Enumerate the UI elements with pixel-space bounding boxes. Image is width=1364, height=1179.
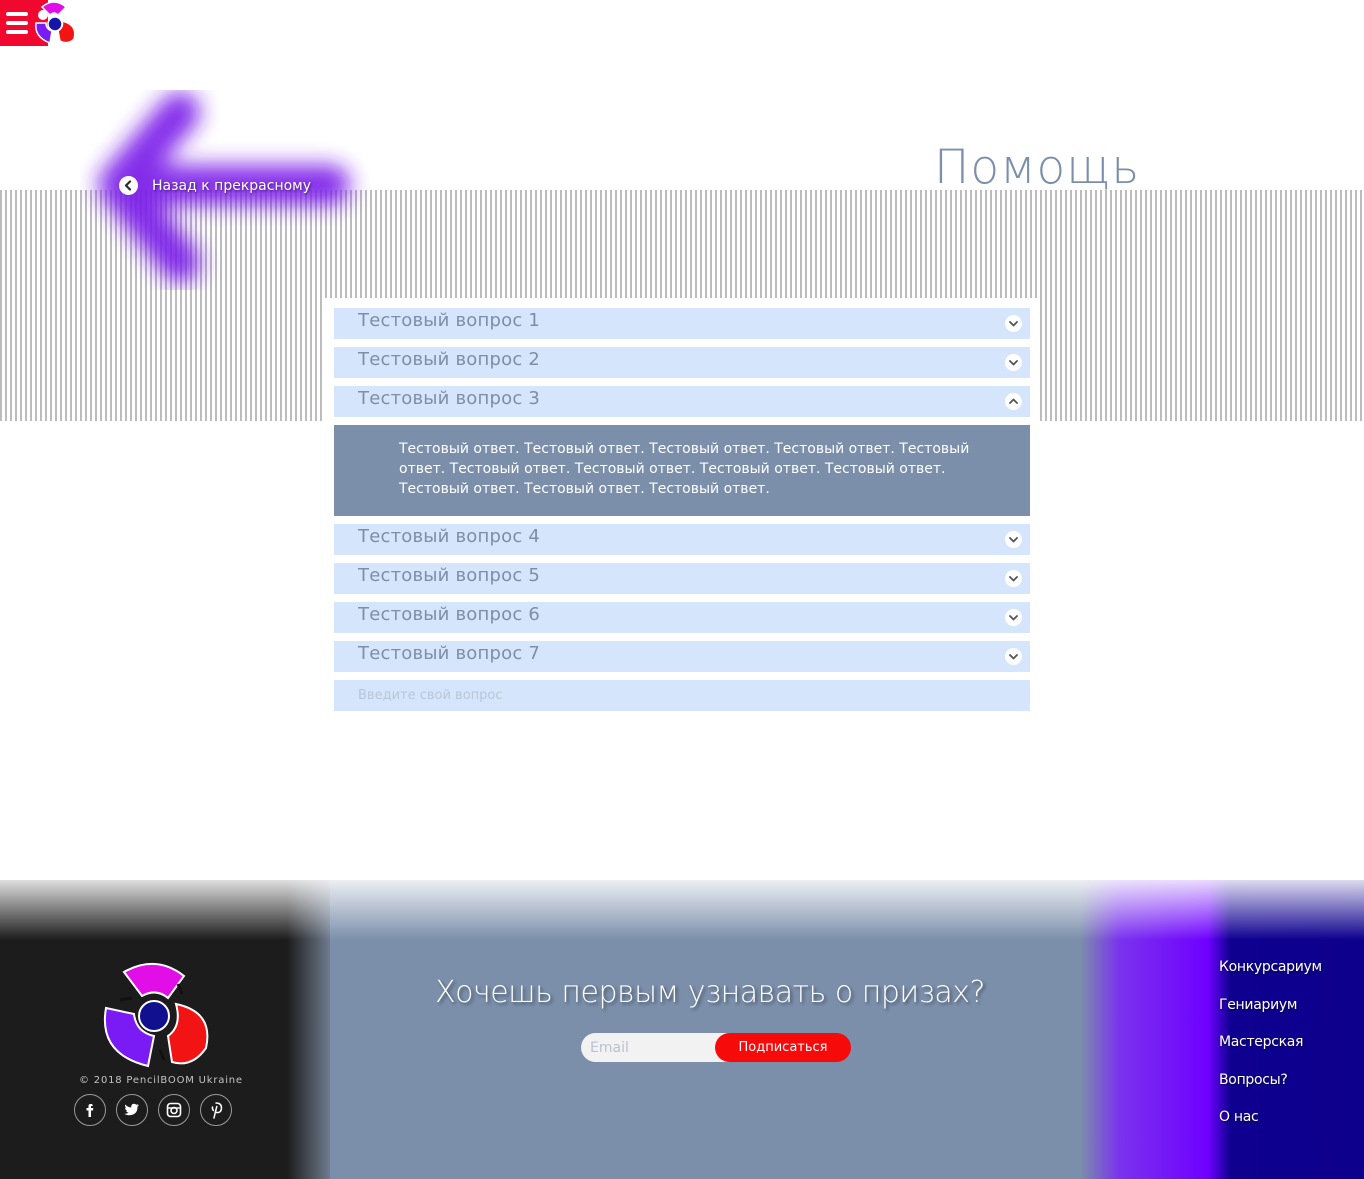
faq-item-5[interactable]: Тестовый вопрос 5 (334, 563, 1030, 594)
chevron-left-icon (119, 176, 138, 195)
facebook-icon[interactable] (74, 1094, 106, 1126)
footer-nav: Конкурсариум Гениариум Мастерская Вопрос… (1219, 958, 1322, 1146)
faq-panel: Тестовый вопрос 1 Тестовый вопрос 2 Тест… (324, 298, 1038, 719)
pinterest-icon[interactable] (200, 1094, 232, 1126)
instagram-icon[interactable] (158, 1094, 190, 1126)
copyright: © 2018 PencilBOOM Ukraine (79, 1075, 243, 1086)
footer-nav-workshop[interactable]: Мастерская (1219, 1033, 1322, 1071)
twitter-icon[interactable] (116, 1094, 148, 1126)
chevron-down-icon (1005, 570, 1022, 587)
email-field[interactable] (581, 1033, 731, 1062)
faq-item-3[interactable]: Тестовый вопрос 3 (334, 386, 1030, 417)
faq-question: Тестовый вопрос 1 (358, 310, 541, 331)
faq-item-2[interactable]: Тестовый вопрос 2 (334, 347, 1030, 378)
hamburger-icon (6, 12, 28, 16)
subscribe-form: Подписаться (581, 1033, 851, 1062)
chevron-up-icon (1005, 393, 1022, 410)
chevron-down-icon (1005, 315, 1022, 332)
faq-question: Тестовый вопрос 5 (358, 565, 541, 586)
footer-nav-questions[interactable]: Вопросы? (1219, 1071, 1322, 1109)
footer-nav-about[interactable]: О нас (1219, 1108, 1322, 1146)
chevron-down-icon (1005, 354, 1022, 371)
faq-question: Тестовый вопрос 7 (358, 643, 541, 664)
faq-question: Тестовый вопрос 4 (358, 526, 541, 547)
subscribe-button[interactable]: Подписаться (715, 1033, 851, 1062)
page-title: Помощь (934, 140, 1141, 195)
footer-nav-geniarium[interactable]: Гениариум (1219, 996, 1322, 1034)
faq-item-7[interactable]: Тестовый вопрос 7 (334, 641, 1030, 672)
faq-item-4[interactable]: Тестовый вопрос 4 (334, 524, 1030, 555)
faq-item-1[interactable]: Тестовый вопрос 1 (334, 308, 1030, 339)
faq-question: Тестовый вопрос 3 (358, 388, 541, 409)
faq-item-6[interactable]: Тестовый вопрос 6 (334, 602, 1030, 633)
chevron-down-icon (1005, 648, 1022, 665)
back-link-label: Назад к прекрасному (152, 177, 312, 194)
footer-nav-konkursarium[interactable]: Конкурсариум (1219, 958, 1322, 996)
chevron-down-icon (1005, 531, 1022, 548)
social-links (74, 1094, 232, 1126)
faq-question: Тестовый вопрос 6 (358, 604, 541, 625)
footer-fade (0, 870, 1364, 940)
pencilboom-logo[interactable] (28, 0, 80, 47)
back-link[interactable]: Назад к прекрасному (119, 176, 311, 195)
faq-answer: Тестовый ответ. Тестовый ответ. Тестовый… (334, 425, 1030, 516)
ask-question-input[interactable] (334, 680, 1030, 711)
subscribe-promo-title: Хочешь первым узнавать о призах? (435, 975, 985, 1010)
pencilboom-footer-logo[interactable] (96, 958, 212, 1070)
faq-question: Тестовый вопрос 2 (358, 349, 541, 370)
chevron-down-icon (1005, 609, 1022, 626)
